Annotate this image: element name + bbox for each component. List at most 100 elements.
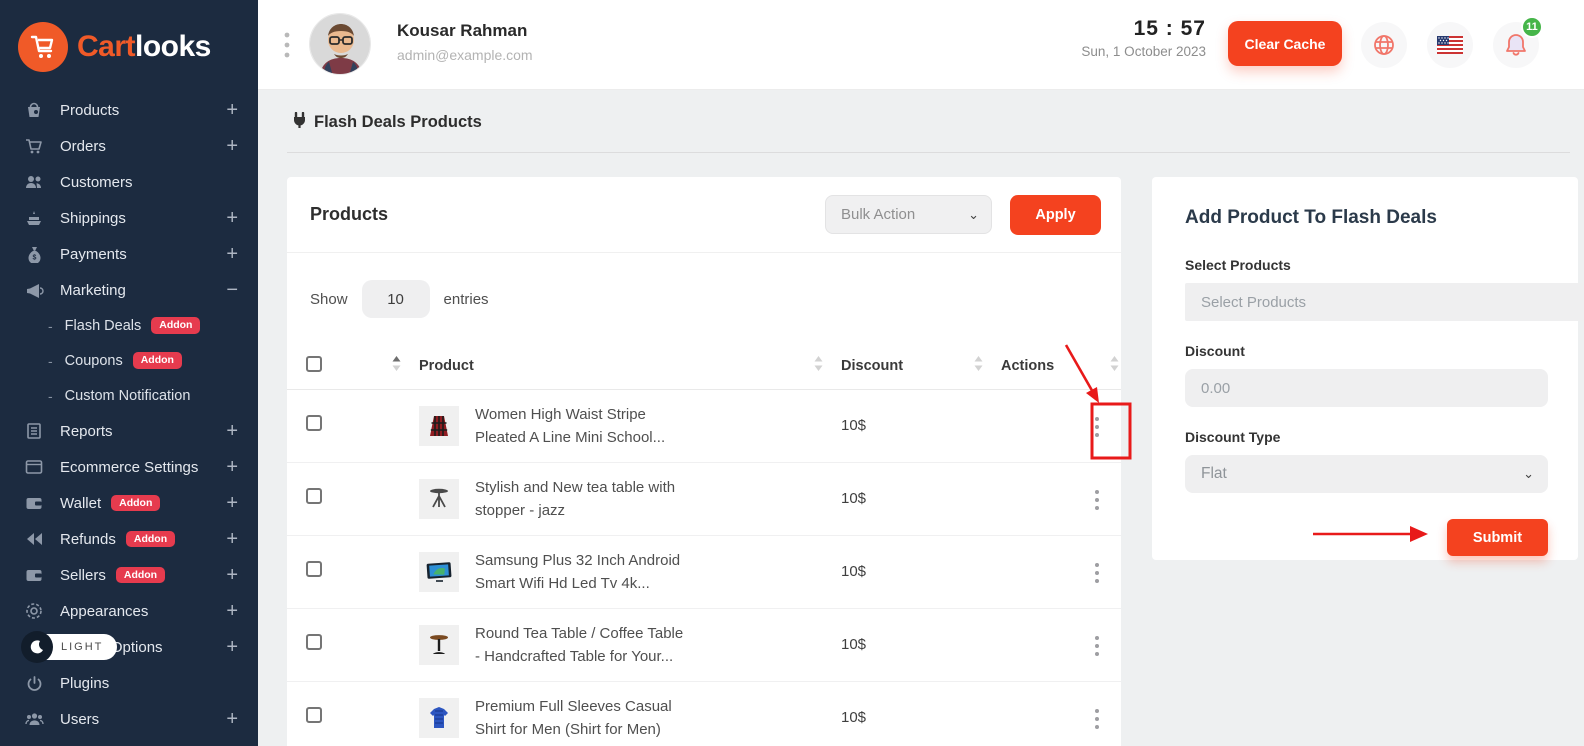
row-actions-kebab-icon[interactable] xyxy=(1085,557,1109,589)
sidebar-item-business-settings[interactable]: Business Settings xyxy=(0,737,258,746)
discount-type-label: Discount Type xyxy=(1185,429,1548,445)
apply-button[interactable]: Apply xyxy=(1010,195,1101,235)
sort-icon[interactable] xyxy=(392,356,401,375)
expand-plus-icon[interactable]: + xyxy=(226,565,238,585)
expand-plus-icon[interactable]: + xyxy=(226,457,238,477)
chevron-down-icon: ⌄ xyxy=(968,207,979,223)
sidebar-item-reports[interactable]: Reports + xyxy=(0,413,258,449)
sidebar-item-payments[interactable]: $ Payments + xyxy=(0,236,258,272)
language-button[interactable] xyxy=(1361,22,1407,68)
row-actions-kebab-icon[interactable] xyxy=(1085,411,1109,443)
column-header-discount[interactable]: Discount xyxy=(841,358,903,374)
discount-value: 10$ xyxy=(841,709,866,726)
product-thumbnail-blue-shirt xyxy=(419,698,459,738)
cart-icon xyxy=(24,137,44,155)
theme-toggle[interactable]: LIGHT xyxy=(21,633,117,661)
user-avatar[interactable] xyxy=(309,13,371,75)
sidebar-item-products[interactable]: Products + xyxy=(0,92,258,128)
sidebar-item-label: Wallet xyxy=(60,495,101,512)
expand-plus-icon[interactable]: + xyxy=(226,208,238,228)
addon-badge: Addon xyxy=(111,495,160,512)
notifications-button[interactable]: 11 xyxy=(1493,22,1539,68)
product-name[interactable]: Women High Waist StripePleated A Line Mi… xyxy=(475,403,665,449)
bulk-action-value: Bulk Action xyxy=(841,206,915,223)
sidebar-item-marketing[interactable]: Marketing − xyxy=(0,272,258,308)
row-actions-kebab-icon[interactable] xyxy=(1085,484,1109,516)
expand-plus-icon[interactable]: + xyxy=(226,421,238,441)
select-products-label: Select Products xyxy=(1185,257,1548,273)
sidebar-item-wallet[interactable]: Wallet Addon + xyxy=(0,485,258,521)
expand-plus-icon[interactable]: + xyxy=(226,637,238,657)
subitem-label: Flash Deals xyxy=(65,318,142,334)
sidebar-item-appearances[interactable]: Appearances + xyxy=(0,593,258,629)
expand-plus-icon[interactable]: + xyxy=(226,244,238,264)
header-kebab-menu-icon[interactable] xyxy=(284,31,290,64)
product-name[interactable]: Samsung Plus 32 Inch AndroidSmart Wifi H… xyxy=(475,549,680,595)
expand-plus-icon[interactable]: + xyxy=(226,136,238,156)
sidebar-item-sellers[interactable]: Sellers Addon + xyxy=(0,557,258,593)
panel-title: Add Product To Flash Deals xyxy=(1185,207,1548,229)
submit-button[interactable]: Submit xyxy=(1447,519,1548,556)
product-name[interactable]: Stylish and New tea table withstopper - … xyxy=(475,476,675,522)
chevron-down-icon: ⌄ xyxy=(1523,466,1534,482)
row-checkbox[interactable] xyxy=(306,561,322,577)
discount-input[interactable] xyxy=(1185,369,1548,407)
sort-icon[interactable] xyxy=(814,356,823,375)
sidebar-item-shippings[interactable]: Shippings + xyxy=(0,200,258,236)
row-checkbox[interactable] xyxy=(306,707,322,723)
row-checkbox[interactable] xyxy=(306,634,322,650)
sort-icon[interactable] xyxy=(1110,356,1119,375)
sidebar-item-users[interactable]: Users + xyxy=(0,701,258,737)
expand-plus-icon[interactable]: + xyxy=(226,709,238,729)
column-header-actions[interactable]: Actions xyxy=(1001,358,1054,374)
clock-widget: 15 : 57 Sun, 1 October 2023 xyxy=(1081,17,1206,59)
brand-logo[interactable]: Cartlooks xyxy=(0,0,258,90)
subitem-label: Coupons xyxy=(65,353,123,369)
sidebar-subitem-custom-notification[interactable]: - Custom Notification xyxy=(0,378,258,413)
megaphone-icon xyxy=(24,281,44,299)
expand-plus-icon[interactable]: + xyxy=(226,493,238,513)
dash-icon: - xyxy=(48,318,53,334)
sort-icon[interactable] xyxy=(974,356,983,375)
rewind-icon xyxy=(24,530,44,548)
collapse-minus-icon[interactable]: − xyxy=(226,280,238,300)
product-name[interactable]: Round Tea Table / Coffee Table- Handcraf… xyxy=(475,622,683,668)
sidebar-item-label: Sellers xyxy=(60,567,106,584)
row-actions-kebab-icon[interactable] xyxy=(1085,630,1109,662)
sidebar-item-orders[interactable]: Orders + xyxy=(0,128,258,164)
moon-icon xyxy=(21,631,53,663)
expand-plus-icon[interactable]: + xyxy=(226,529,238,549)
table-row: Round Tea Table / Coffee Table- Handcraf… xyxy=(287,608,1121,681)
sidebar-item-label: Shippings xyxy=(60,210,126,227)
table-row: Samsung Plus 32 Inch AndroidSmart Wifi H… xyxy=(287,535,1121,608)
sidebar-subitem-flash-deals[interactable]: - Flash Deals Addon xyxy=(0,308,258,343)
country-flag-button[interactable] xyxy=(1427,22,1473,68)
row-checkbox[interactable] xyxy=(306,488,322,504)
select-all-checkbox[interactable] xyxy=(306,356,322,372)
product-name[interactable]: Premium Full Sleeves CasualShirt for Men… xyxy=(475,695,672,741)
title-divider xyxy=(287,152,1570,153)
sidebar-item-label: Refunds xyxy=(60,531,116,548)
clear-cache-button[interactable]: Clear Cache xyxy=(1228,21,1342,66)
row-checkbox[interactable] xyxy=(306,415,322,431)
sidebar-item-plugins[interactable]: Plugins xyxy=(0,665,258,701)
flash-deals-admin-page: Cartlooks Products + Orders + Customers … xyxy=(0,0,1584,746)
sidebar-subitem-coupons[interactable]: - Coupons Addon xyxy=(0,343,258,378)
entries-per-page-select[interactable]: 10 xyxy=(362,280,430,318)
column-header-product[interactable]: Product xyxy=(419,358,474,374)
sidebar-item-refunds[interactable]: Refunds Addon + xyxy=(0,521,258,557)
bulk-action-select[interactable]: Bulk Action ⌄ xyxy=(825,195,992,234)
select-products-input[interactable] xyxy=(1185,283,1584,321)
sidebar: Cartlooks Products + Orders + Customers … xyxy=(0,0,258,746)
sidebar-item-customers[interactable]: Customers xyxy=(0,164,258,200)
discount-type-select[interactable]: Flat ⌄ xyxy=(1185,455,1548,493)
sidebar-item-label: Reports xyxy=(60,423,113,440)
row-actions-kebab-icon[interactable] xyxy=(1085,703,1109,735)
sidebar-item-ecommerce-settings[interactable]: Ecommerce Settings + xyxy=(0,449,258,485)
sidebar-item-label: Users xyxy=(60,711,99,728)
expand-plus-icon[interactable]: + xyxy=(226,100,238,120)
entries-label: entries xyxy=(444,291,489,308)
expand-plus-icon[interactable]: + xyxy=(226,601,238,621)
dash-icon: - xyxy=(48,353,53,369)
show-label: Show xyxy=(310,291,348,308)
